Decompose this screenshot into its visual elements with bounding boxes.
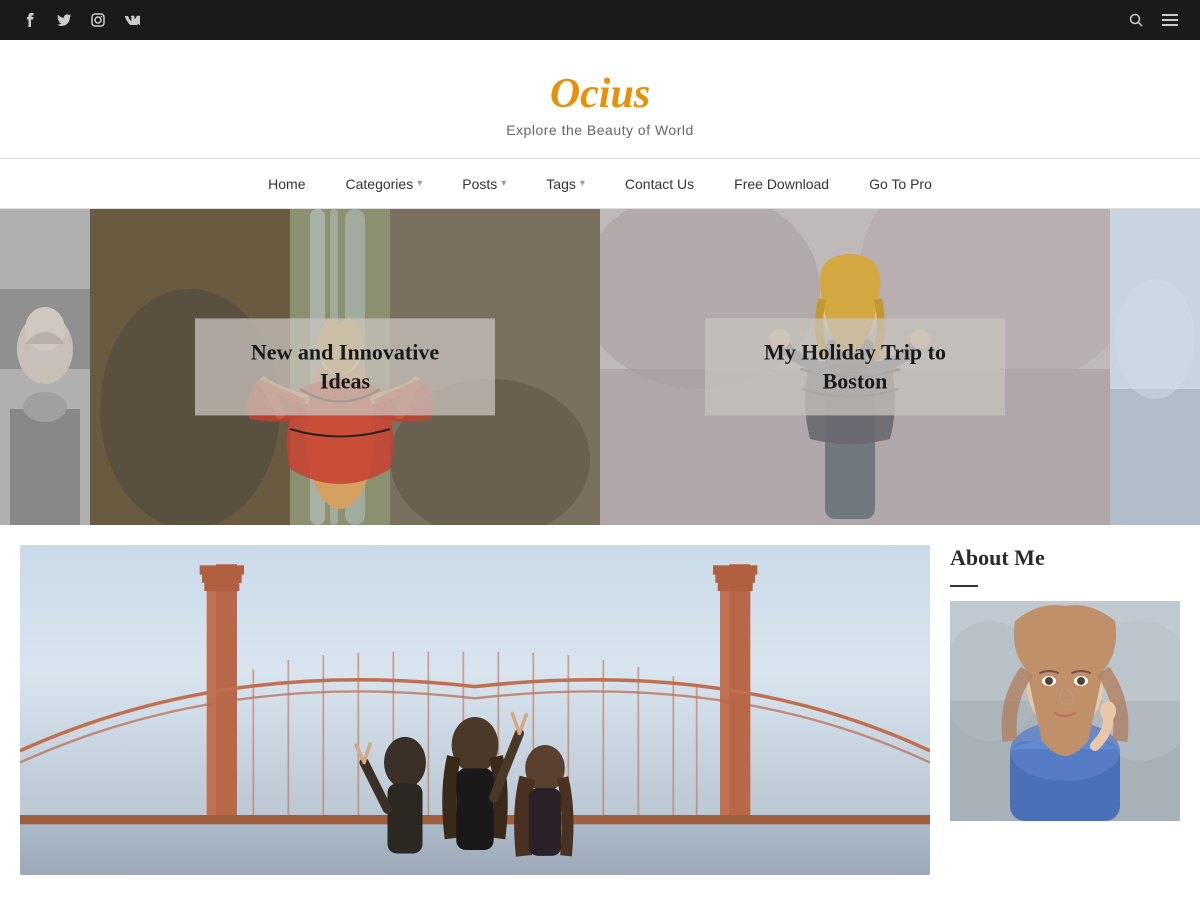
nav-home[interactable]: Home	[248, 159, 325, 208]
instagram-icon[interactable]	[88, 10, 108, 30]
about-me-title: About Me	[950, 545, 1180, 577]
hero-panel-right-small	[1110, 209, 1200, 525]
search-icon[interactable]	[1126, 10, 1146, 30]
site-header: Ocius Explore the Beauty of World	[0, 40, 1200, 159]
twitter-icon[interactable]	[54, 10, 74, 30]
posts-arrow: ▾	[501, 178, 506, 189]
nav-contact[interactable]: Contact Us	[605, 159, 714, 208]
hero-panel-center-right[interactable]: My Holiday Trip to Boston	[600, 209, 1110, 525]
nav-posts[interactable]: Posts ▾	[442, 159, 526, 208]
sidebar: About Me	[950, 545, 1180, 821]
main-nav: Home Categories ▾ Posts ▾ Tags ▾ Contact…	[0, 159, 1200, 209]
top-bar	[0, 0, 1200, 40]
hero-panel-left-small	[0, 209, 90, 525]
tags-arrow: ▾	[580, 178, 585, 189]
site-title[interactable]: Ocius	[20, 70, 1180, 118]
hero-caption-right[interactable]: My Holiday Trip to Boston	[705, 318, 1005, 415]
content-area: About Me	[0, 525, 1200, 875]
categories-arrow: ▾	[417, 178, 422, 189]
nav-tags[interactable]: Tags ▾	[526, 159, 605, 208]
vk-icon[interactable]	[122, 10, 142, 30]
menu-icon[interactable]	[1160, 10, 1180, 30]
top-bar-actions	[1126, 10, 1180, 30]
nav-categories[interactable]: Categories ▾	[326, 159, 443, 208]
main-post-image[interactable]	[20, 545, 930, 875]
nav-go-to-pro[interactable]: Go To Pro	[849, 159, 952, 208]
hero-panel-center-left[interactable]: New and Innovative Ideas	[90, 209, 600, 525]
hero-section: New and Innovative Ideas	[0, 209, 1200, 525]
social-icons	[20, 10, 142, 30]
about-photo	[950, 601, 1180, 821]
nav-free-download[interactable]: Free Download	[714, 159, 849, 208]
about-me-underline	[950, 585, 978, 587]
site-tagline: Explore the Beauty of World	[20, 122, 1180, 138]
hero-caption-left[interactable]: New and Innovative Ideas	[195, 318, 495, 415]
main-content	[20, 545, 930, 875]
facebook-icon[interactable]	[20, 10, 40, 30]
about-me-section: About Me	[950, 545, 1180, 821]
